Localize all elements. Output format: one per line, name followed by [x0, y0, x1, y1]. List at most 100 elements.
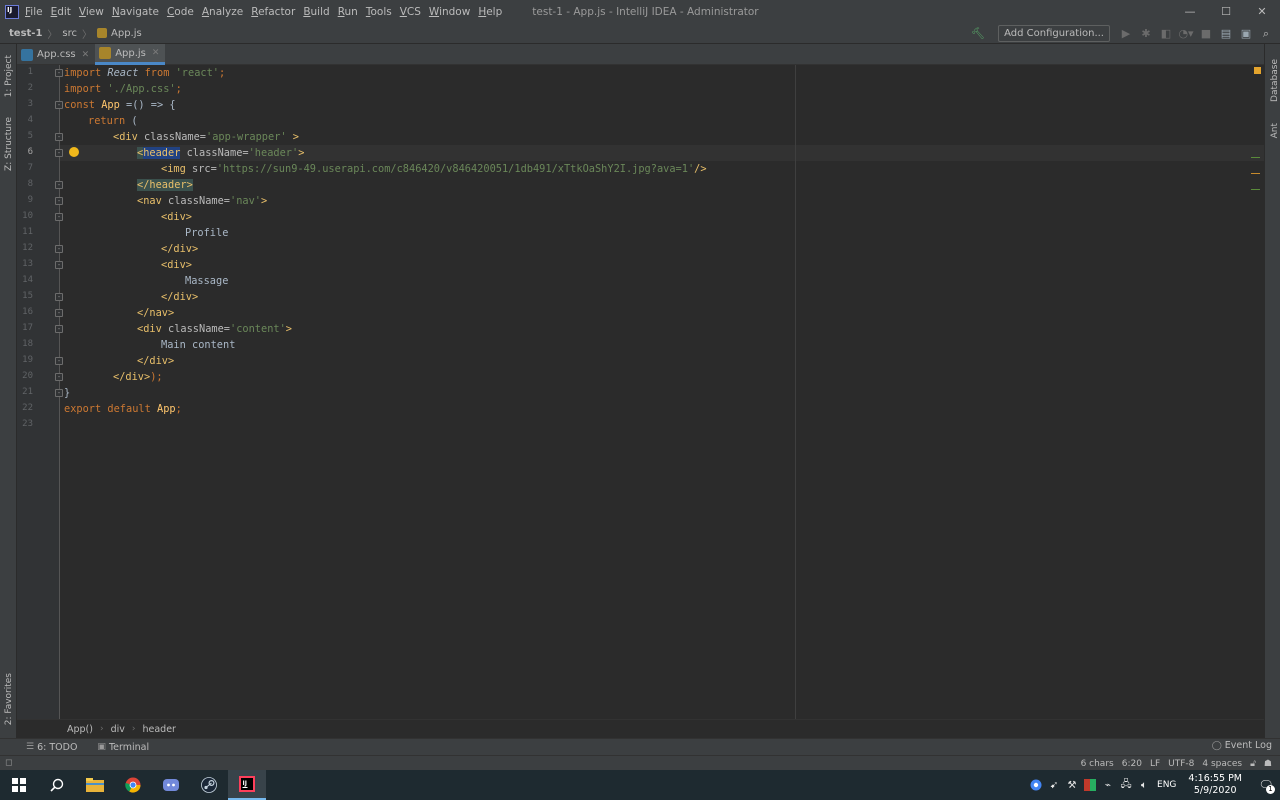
debug-icon[interactable]: ✱ [1136, 25, 1156, 43]
js-file-icon [97, 28, 108, 38]
profile-icon[interactable]: ◔▾ [1176, 25, 1196, 43]
line-number: 15 [22, 291, 33, 301]
menu-build[interactable]: Build [303, 6, 329, 18]
menu-run[interactable]: Run [338, 6, 358, 18]
chrome-icon[interactable] [114, 770, 152, 800]
fold-marker-icon[interactable]: - [55, 373, 63, 381]
maximize-button[interactable]: ☐ [1208, 0, 1244, 23]
lightbulb-icon[interactable] [69, 147, 79, 157]
event-log-button[interactable]: ◯ Event Log [1212, 740, 1272, 751]
code-editor[interactable]: 1 2 3 4 5 6 7 8 9 10 11 12 13 14 15 16 1… [17, 65, 1264, 719]
code-line-21: } [64, 387, 71, 399]
terminal-tool-button[interactable]: ▣ Terminal [97, 742, 149, 753]
menu-edit[interactable]: Edit [51, 6, 71, 18]
file-encoding[interactable]: UTF-8 [1168, 759, 1194, 769]
code-line-13: <div> [161, 259, 192, 271]
fold-marker-icon[interactable]: - [55, 133, 63, 141]
clock[interactable]: 4:16:55 PM 5/9/2020 [1188, 773, 1242, 797]
project-tool-tab[interactable]: 1: Project [1, 50, 16, 102]
run-icon[interactable]: ▶ [1116, 25, 1136, 43]
menu-code[interactable]: Code [167, 6, 194, 18]
fold-marker-icon[interactable]: - [55, 389, 63, 397]
fold-marker-icon[interactable]: - [55, 309, 63, 317]
menu-tools[interactable]: Tools [366, 6, 392, 18]
inspector-icon[interactable]: ☗ [1264, 759, 1272, 769]
fold-marker-icon[interactable]: - [55, 357, 63, 365]
add-configuration-button[interactable]: Add Configuration... [998, 25, 1110, 42]
breadcrumb-item[interactable]: div [111, 724, 125, 735]
toggle-tool-windows-icon[interactable]: ◻ [5, 758, 12, 768]
database-tool-tab[interactable]: Database [1267, 52, 1280, 108]
layout-icon[interactable]: ▣ [1236, 25, 1256, 43]
favorites-tool-tab[interactable]: 2: Favorites [1, 666, 16, 732]
chrome-tray-icon[interactable] [1027, 770, 1045, 800]
minimize-button[interactable]: — [1172, 0, 1208, 23]
menu-navigate[interactable]: Navigate [112, 6, 159, 18]
ant-tool-tab[interactable]: Ant [1267, 116, 1280, 146]
menu-help[interactable]: Help [478, 6, 502, 18]
line-separator[interactable]: LF [1150, 759, 1160, 769]
indent-setting[interactable]: 4 spaces [1202, 759, 1242, 769]
breadcrumb-separator: › [131, 724, 136, 734]
notification-center-icon[interactable]: 🗨︎ 1 [1252, 770, 1280, 800]
language-indicator[interactable]: ENG [1157, 780, 1176, 790]
tool-tray-icon[interactable]: ⚒ [1063, 770, 1081, 800]
scroll-marker[interactable] [1251, 157, 1260, 158]
code-line-9: <nav className='nav'> [137, 195, 268, 207]
code-line-16: </nav> [137, 307, 175, 319]
coverage-icon[interactable]: ◧ [1156, 25, 1176, 43]
app-tray-icon[interactable] [1081, 770, 1099, 800]
fold-marker-icon[interactable]: - [55, 325, 63, 333]
lock-icon[interactable]: 🔓︎ [1250, 759, 1256, 769]
inspection-status-icon[interactable] [1254, 67, 1261, 74]
menu-refactor[interactable]: Refactor [251, 6, 295, 18]
nav-crumb-src[interactable]: src [62, 28, 77, 39]
tab-app-js[interactable]: App.js ✕ [95, 44, 166, 65]
scroll-marker[interactable] [1251, 189, 1260, 190]
js-file-icon [99, 47, 112, 59]
cursor-tray-icon[interactable]: ➹ [1045, 770, 1063, 800]
menu-file[interactable]: File [25, 6, 43, 18]
windows-start-icon[interactable] [0, 770, 38, 800]
breadcrumb-item[interactable]: App() [67, 724, 93, 735]
build-hammer-icon[interactable]: 🔨︎ [968, 25, 988, 43]
menu-view[interactable]: View [79, 6, 104, 18]
fold-marker-icon[interactable]: - [55, 181, 63, 189]
close-tab-icon[interactable]: ✕ [152, 48, 160, 58]
file-explorer-icon[interactable] [76, 770, 114, 800]
structure-tool-tab[interactable]: Z: Structure [1, 114, 16, 174]
todo-tool-button[interactable]: ☰ 6: TODO [26, 742, 77, 753]
tab-app-css[interactable]: App.css ✕ [17, 44, 95, 65]
nav-crumb-project[interactable]: test-1 [9, 28, 42, 39]
fold-marker-icon[interactable]: - [55, 245, 63, 253]
stop-icon[interactable]: ■ [1196, 25, 1216, 43]
nav-crumb-file[interactable]: App.js [111, 28, 142, 39]
project-structure-icon[interactable]: ▤ [1216, 25, 1236, 43]
network-icon[interactable]: 🖧︎ [1117, 770, 1135, 800]
search-icon[interactable] [38, 770, 76, 800]
discord-icon[interactable] [152, 770, 190, 800]
menu-window[interactable]: Window [429, 6, 470, 18]
menu-vcs[interactable]: VCS [400, 6, 421, 18]
usb-tray-icon[interactable]: ⌁ [1099, 770, 1117, 800]
line-number: 8 [27, 179, 33, 189]
caret-position[interactable]: 6:20 [1122, 759, 1142, 769]
system-tray: ➹ ⚒ ⌁ 🖧︎ 🔈︎ ENG 4:16:55 PM 5/9/2020 🗨︎ 1 [1027, 770, 1280, 800]
close-tab-icon[interactable]: ✕ [82, 50, 90, 60]
menu-analyze[interactable]: Analyze [202, 6, 243, 18]
fold-marker-icon[interactable]: - [55, 261, 63, 269]
fold-marker-icon[interactable]: - [55, 197, 63, 205]
fold-marker-icon[interactable]: - [55, 293, 63, 301]
volume-icon[interactable]: 🔈︎ [1135, 770, 1153, 800]
intellij-icon[interactable]: IJ [228, 770, 266, 800]
fold-marker-icon[interactable]: - [55, 69, 63, 77]
fold-marker-icon[interactable]: - [55, 149, 63, 157]
breadcrumb-item[interactable]: header [143, 724, 176, 735]
line-number: 13 [22, 259, 33, 269]
search-everywhere-icon[interactable]: ⌕ [1256, 25, 1276, 43]
close-window-button[interactable]: ✕ [1244, 0, 1280, 23]
fold-marker-icon[interactable]: - [55, 101, 63, 109]
fold-marker-icon[interactable]: - [55, 213, 63, 221]
steam-icon[interactable] [190, 770, 228, 800]
scroll-marker[interactable] [1251, 173, 1260, 174]
